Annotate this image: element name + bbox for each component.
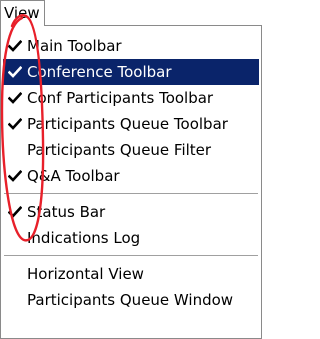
no-checkmark — [8, 261, 24, 287]
menu-item-label: Conf Participants Toolbar — [27, 89, 214, 107]
view-dropdown-menu: Main Toolbar Conference Toolbar Conf Par… — [0, 25, 262, 339]
checkmark-icon — [8, 163, 24, 189]
checkmark-icon — [8, 85, 24, 111]
no-checkmark — [8, 225, 24, 251]
no-checkmark — [8, 287, 24, 313]
menu-item-label: Main Toolbar — [27, 37, 122, 55]
checkmark-icon — [8, 59, 24, 85]
menu-item-participants-queue-toolbar[interactable]: Participants Queue Toolbar — [1, 111, 261, 137]
menu-item-label: Status Bar — [27, 203, 106, 221]
menu-item-participants-queue-filter[interactable]: Participants Queue Filter — [1, 137, 261, 163]
menu-item-label: Conference Toolbar — [27, 63, 172, 81]
menu-separator — [1, 189, 261, 199]
menu-item-conference-toolbar[interactable]: Conference Toolbar — [3, 59, 259, 85]
menu-item-conf-participants-toolbar[interactable]: Conf Participants Toolbar — [1, 85, 261, 111]
menu-title-view[interactable]: View — [0, 0, 45, 26]
menu-item-horizontal-view[interactable]: Horizontal View — [1, 261, 261, 287]
checkmark-icon — [8, 111, 24, 137]
menu-item-indications-log[interactable]: Indications Log — [1, 225, 261, 251]
no-checkmark — [8, 137, 24, 163]
checkmark-icon — [8, 33, 24, 59]
menu-item-status-bar[interactable]: Status Bar — [1, 199, 261, 225]
checkmark-icon — [8, 199, 24, 225]
menu-item-participants-queue-window[interactable]: Participants Queue Window — [1, 287, 261, 313]
menu-item-qa-toolbar[interactable]: Q&A Toolbar — [1, 163, 261, 189]
menu-separator — [1, 251, 261, 261]
view-menu-screenshot: View Main Toolbar Conference Toolbar Con… — [0, 0, 279, 339]
menu-item-label: Q&A Toolbar — [27, 167, 120, 185]
menu-item-label: Participants Queue Window — [27, 291, 234, 309]
menu-item-label: Horizontal View — [27, 265, 144, 283]
menu-item-label: Participants Queue Toolbar — [27, 115, 228, 133]
menu-item-label: Participants Queue Filter — [27, 141, 212, 159]
menu-item-label: Indications Log — [27, 229, 141, 247]
menu-item-main-toolbar[interactable]: Main Toolbar — [1, 33, 261, 59]
